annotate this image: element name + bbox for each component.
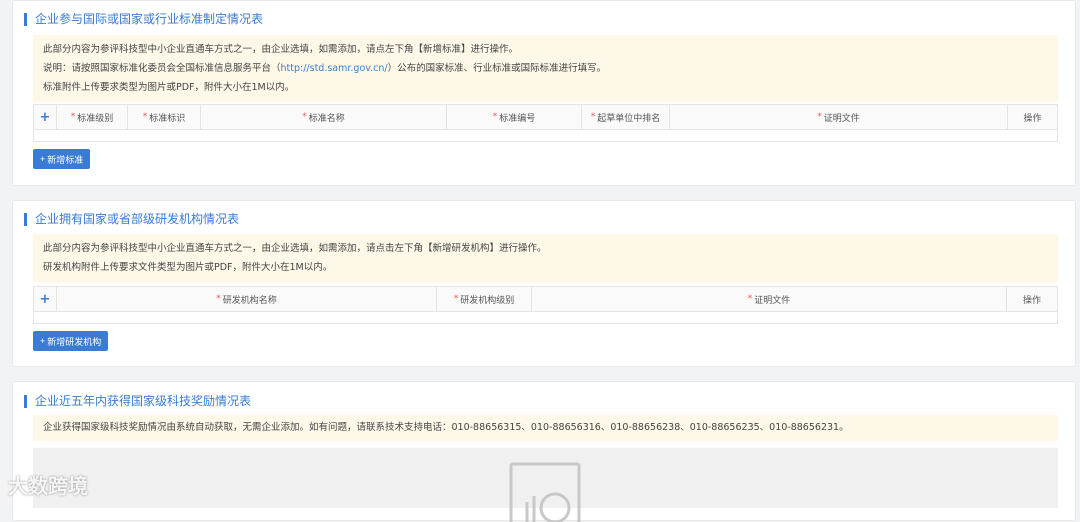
column-header: * 证明文件 bbox=[670, 105, 1008, 129]
notice-text-post: ）公布的国家标准、行业标准或国际标准进行填写。 bbox=[387, 63, 607, 74]
column-label: 证明文件 bbox=[823, 113, 860, 124]
column-header: * 起草单位中排名 bbox=[582, 105, 670, 129]
notice-text: 标准附件上传要求类型为图片或PDF，附件大小在1M以内。 bbox=[43, 82, 295, 93]
samr-link[interactable]: http://std.samr.gov.cn/ bbox=[281, 63, 388, 74]
required-mark: * bbox=[590, 112, 596, 122]
notice-text: 此部分内容为参评科技型中小企业直通车方式之一，由企业选填，如需添加，请点左下角【… bbox=[43, 44, 519, 55]
notice-box: 企业获得国家级科技奖励情况由系统自动获取，无需企业添加。如有问题，请联系技术支持… bbox=[33, 415, 1058, 441]
column-label: 起草单位中排名 bbox=[597, 113, 661, 124]
column-label: 标准级别 bbox=[77, 113, 114, 124]
column-label: 证明文件 bbox=[754, 295, 791, 306]
table-header: + * 研发机构名称 * 研发机构级别 * 证明文件 操作 bbox=[34, 287, 1057, 312]
column-header: 操作 bbox=[1007, 287, 1057, 311]
column-header: * 研发机构名称 bbox=[57, 287, 437, 311]
notice-box: 此部分内容为参评科技型中小企业直通车方式之一，由企业选填，如需添加，请点左下角【… bbox=[33, 35, 1058, 102]
standards-section: 企业参与国际或国家或行业标准制定情况表 此部分内容为参评科技型中小企业直通车方式… bbox=[12, 0, 1076, 186]
required-mark: * bbox=[817, 112, 822, 122]
notice-text: 此部分内容为参评科技型中小企业直通车方式之一，由企业选填，如需添加，请点击左下角… bbox=[43, 243, 547, 254]
column-header: * 标准标识 bbox=[128, 105, 201, 129]
rd-institution-section: 企业拥有国家或省部级研发机构情况表 此部分内容为参评科技型中小企业直通车方式之一… bbox=[12, 200, 1076, 367]
notice-box: 此部分内容为参评科技型中小企业直通车方式之一，由企业选填，如需添加，请点击左下角… bbox=[33, 234, 1058, 282]
plus-icon: + bbox=[40, 154, 46, 164]
column-label: 操作 bbox=[1023, 113, 1042, 124]
column-label: 研发机构名称 bbox=[222, 295, 277, 306]
column-label: 研发机构级别 bbox=[460, 295, 515, 306]
column-header: * 标准编号 bbox=[447, 105, 582, 129]
section-title: 企业拥有国家或省部级研发机构情况表 bbox=[24, 213, 239, 226]
add-standard-button[interactable]: + 新增标准 bbox=[33, 149, 91, 169]
table-header: + * 标准级别 * 标准标识 * 标准名称 * 标准编号 * 起草单位中排名 * 证明文件… bbox=[34, 105, 1057, 130]
column-header: * 研发机构级别 bbox=[437, 287, 532, 311]
empty-state bbox=[33, 448, 1058, 522]
plus-icon: + bbox=[39, 109, 51, 125]
column-label: 标准名称 bbox=[308, 113, 345, 124]
section-title: 企业近五年内获得国家级科技奖励情况表 bbox=[24, 395, 251, 408]
required-mark: * bbox=[216, 294, 221, 304]
section-title: 企业参与国际或国家或行业标准制定情况表 bbox=[24, 13, 263, 26]
add-row-button[interactable]: + bbox=[34, 287, 57, 311]
awards-section: 企业近五年内获得国家级科技奖励情况表 企业获得国家级科技奖励情况由系统自动获取，… bbox=[12, 381, 1076, 522]
column-header: 操作 bbox=[1008, 105, 1057, 129]
notice-text: 说明：请按照国家标准化委员会全国标准信息服务平台（http://std.samr… bbox=[43, 59, 1048, 78]
required-mark: * bbox=[302, 112, 307, 122]
column-header: * 标准名称 bbox=[201, 105, 447, 129]
required-mark: * bbox=[453, 294, 459, 304]
plus-icon: + bbox=[40, 336, 46, 346]
button-label: 新增标准 bbox=[47, 154, 84, 165]
column-label: 标准编号 bbox=[499, 113, 536, 124]
column-header: * 标准级别 bbox=[57, 105, 128, 129]
plus-icon: + bbox=[39, 291, 51, 307]
required-mark: * bbox=[492, 112, 498, 122]
add-rd-institution-button[interactable]: + 新增研发机构 bbox=[33, 331, 109, 351]
add-row-button[interactable]: + bbox=[34, 105, 57, 129]
column-label: 操作 bbox=[1022, 295, 1041, 306]
watermark-text: 大数跨境 bbox=[8, 474, 88, 498]
button-label: 新增研发机构 bbox=[47, 336, 102, 347]
notice-text: 企业获得国家级科技奖励情况由系统自动获取，无需企业添加。如有问题，请联系技术支持… bbox=[43, 422, 849, 433]
rd-institution-table: + * 研发机构名称 * 研发机构级别 * 证明文件 操作 bbox=[33, 286, 1058, 324]
watermark: 大数跨境 bbox=[8, 470, 88, 499]
required-mark: * bbox=[747, 294, 753, 304]
column-header: * 证明文件 bbox=[532, 287, 1007, 311]
standards-table: + * 标准级别 * 标准标识 * 标准名称 * 标准编号 * 起草单位中排名 * 证明文件… bbox=[33, 104, 1058, 142]
notice-text-pre: 说明：请按照国家标准化委员会全国标准信息服务平台（ bbox=[43, 63, 281, 74]
notice-text: 研发机构附件上传要求文件类型为图片或PDF，附件大小在1M以内。 bbox=[43, 262, 333, 273]
required-mark: * bbox=[142, 112, 148, 122]
column-label: 标准标识 bbox=[149, 113, 186, 124]
required-mark: * bbox=[70, 112, 76, 122]
empty-data-icon bbox=[509, 462, 581, 522]
